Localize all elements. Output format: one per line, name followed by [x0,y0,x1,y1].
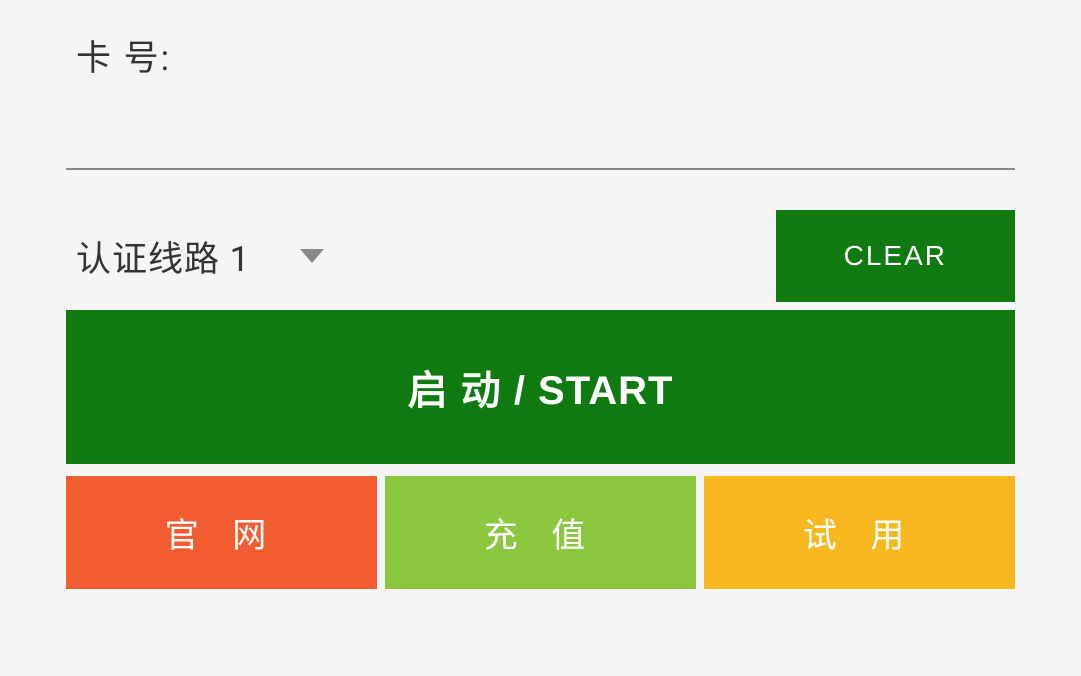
recharge-button[interactable]: 充 值 [385,476,696,589]
main-container: 卡 号: 认证线路 1 CLEAR 启 动 / START 官 网 充 值 试 … [0,0,1081,589]
start-button[interactable]: 启 动 / START [66,310,1015,464]
bottom-row: 官 网 充 值 试 用 [66,476,1015,589]
card-number-label: 卡 号: [76,30,1015,81]
auth-line-selected-text: 认证线路 1 [76,231,250,282]
auth-line-select[interactable]: 认证线路 1 [66,210,776,302]
clear-button[interactable]: CLEAR [776,210,1015,302]
card-number-input[interactable] [66,89,1015,170]
website-button[interactable]: 官 网 [66,476,377,589]
trial-button[interactable]: 试 用 [704,476,1015,589]
caret-down-icon [300,249,324,263]
auth-row: 认证线路 1 CLEAR [66,210,1015,302]
